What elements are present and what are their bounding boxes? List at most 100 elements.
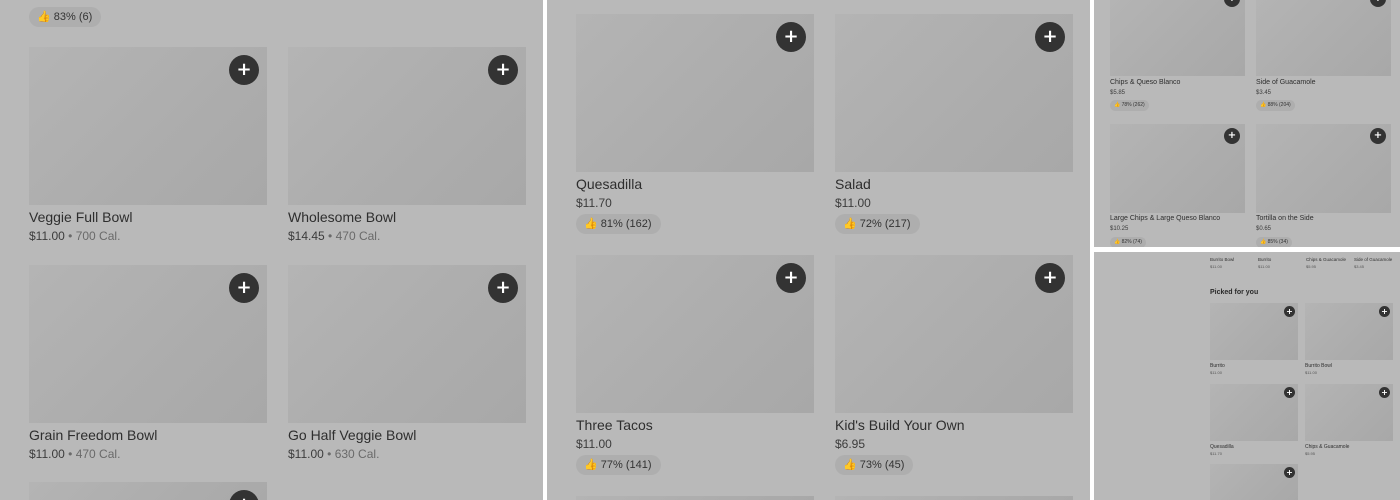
thumbs-up-icon: 👍	[1114, 102, 1121, 108]
item-name: Quesadilla	[576, 176, 643, 192]
add-item-button[interactable]: +	[229, 273, 259, 303]
item-price-line: $11.00 • 630 Cal.	[288, 447, 379, 461]
add-item-button[interactable]: +	[1035, 263, 1065, 293]
item-price: $11.70	[1210, 451, 1222, 456]
item-price: $11.00	[29, 229, 65, 243]
add-item-button[interactable]: +	[1284, 306, 1295, 317]
thumbs-up-icon: 👍	[584, 458, 598, 471]
thumbs-up-icon: 👍	[1260, 239, 1267, 245]
menu-item-card[interactable]: + Grain Freedom Bowl $11.00 • 470 Cal.	[29, 265, 267, 465]
menu-item-card[interactable]: + Large Chips & Large Queso Blanco $10.2…	[1110, 124, 1245, 247]
item-name: Burrito	[1258, 257, 1272, 262]
item-price: $14.45	[288, 229, 325, 243]
item-price: $11.00	[1258, 263, 1270, 269]
item-price: $11.00	[1210, 263, 1222, 269]
menu-item-card[interactable]: + Chips & Guacamole $5.95	[1305, 384, 1393, 459]
item-calories: 700 Cal.	[75, 229, 121, 243]
rating-pill: 👍 85% (34)	[1256, 237, 1292, 247]
menu-item-card[interactable]: + Salad $11.00 👍 72% (217)	[835, 14, 1073, 236]
add-item-button[interactable]: +	[776, 263, 806, 293]
rating-pill: 👍 73% (45)	[835, 455, 914, 475]
item-name: Burrito Bowl	[1305, 363, 1332, 369]
add-item-button[interactable]: +	[1379, 306, 1390, 317]
item-price: $5.95	[1305, 451, 1316, 456]
item-price: $11.00	[29, 447, 65, 461]
item-image	[1256, 0, 1391, 76]
separator-dot: •	[327, 447, 332, 461]
item-name: Veggie Full Bowl	[29, 209, 133, 225]
add-item-button[interactable]: +	[488, 55, 518, 85]
add-item-button[interactable]: +	[1035, 22, 1065, 52]
item-price: $5.95	[1306, 263, 1317, 269]
rating-value: 72% (217)	[859, 218, 911, 230]
menu-item-card[interactable]: + Chips & Queso Blanco $5.85 👍 78% (262)	[1110, 0, 1245, 114]
add-item-button[interactable]: +	[1370, 128, 1386, 144]
thumbs-up-icon: 👍	[843, 217, 857, 230]
item-calories: 470 Cal.	[335, 229, 381, 243]
item-price: $11.00	[1305, 370, 1317, 375]
menu-item-card-partial[interactable]	[576, 496, 814, 500]
rating-pill: 👍 77% (141)	[576, 455, 661, 475]
item-price-line: $14.45 • 470 Cal.	[288, 229, 380, 243]
add-item-button[interactable]: +	[229, 55, 259, 85]
item-name: Side of Guacamole	[1256, 79, 1316, 86]
menu-item-card[interactable]: + Veggie Full Bowl $11.00 • 700 Cal.	[29, 47, 267, 247]
menu-item-card[interactable]: + Go Half Veggie Bowl $11.00 • 630 Cal.	[288, 265, 526, 465]
menu-item-card[interactable]: + Wholesome Bowl $14.45 • 470 Cal.	[288, 47, 526, 247]
item-name: Wholesome Bowl	[288, 209, 397, 225]
menu-item-card[interactable]: + Quesadilla $11.70	[1210, 384, 1298, 459]
top-row-item[interactable]: Chips & Guacamole $5.95	[1306, 257, 1350, 269]
top-row-item[interactable]: Burrito $11.00	[1258, 257, 1302, 269]
item-calories: 470 Cal.	[75, 447, 121, 461]
menu-item-card[interactable]: + Quesadilla $11.70 👍 81% (162)	[576, 14, 814, 236]
top-row-item[interactable]: Side of Guacamole $3.45	[1354, 257, 1398, 269]
item-price: $0.65	[1256, 226, 1272, 232]
menu-item-card[interactable]: + Burrito $11.00	[1210, 303, 1298, 378]
add-item-button[interactable]: +	[776, 22, 806, 52]
thumbs-up-icon: 👍	[1114, 239, 1121, 245]
thumbs-up-icon: 👍	[37, 10, 51, 23]
thumbs-up-icon: 👍	[584, 217, 598, 230]
add-item-button[interactable]: +	[1284, 467, 1295, 478]
menu-panel-overview: Burrito Bowl $11.00 Burrito $11.00 Chips &…	[1094, 252, 1400, 500]
menu-item-card-partial[interactable]: +	[29, 482, 267, 500]
item-price: $11.00	[1210, 370, 1222, 375]
menu-item-card-partial[interactable]	[835, 496, 1073, 500]
menu-item-card[interactable]: + Tortilla on the Side $0.65 👍 85% (34)	[1256, 124, 1391, 247]
item-name: Side of Guacamole	[1354, 257, 1393, 262]
add-item-button[interactable]: +	[1284, 387, 1295, 398]
item-name: Go Half Veggie Bowl	[288, 427, 417, 443]
add-item-button[interactable]: +	[488, 273, 518, 303]
rating-pill: 👍 78% (262)	[1110, 100, 1149, 111]
item-image	[576, 496, 814, 500]
menu-item-card[interactable]: + Side of Guacamole $3.45 👍 88% (204)	[1256, 0, 1391, 114]
menu-item-card[interactable]: + Kid's Build Your Own $6.95 👍 73% (45)	[835, 255, 1073, 477]
rating-pill: 👍 72% (217)	[835, 214, 920, 234]
menu-item-card[interactable]: + Three Tacos $11.00 👍 77% (141)	[576, 255, 814, 477]
item-image	[1110, 0, 1245, 76]
rating-value: 85% (34)	[1267, 239, 1288, 245]
item-name: Three Tacos	[576, 417, 653, 433]
item-price: $5.85	[1110, 90, 1126, 96]
rating-value: 81% (162)	[600, 218, 652, 230]
separator-dot: •	[68, 447, 73, 461]
item-name: Burrito Bowl	[1210, 257, 1235, 262]
item-price: $10.25	[1110, 226, 1129, 232]
item-name: Chips & Queso Blanco	[1110, 79, 1181, 86]
rating-value: 77% (141)	[600, 459, 652, 471]
rating-pill: 👍 81% (162)	[576, 214, 661, 234]
rating-value: 88% (204)	[1267, 102, 1291, 108]
item-name: Salad	[835, 176, 871, 192]
separator-dot: •	[328, 229, 333, 243]
item-name: Kid's Build Your Own	[835, 417, 965, 433]
add-item-button[interactable]: +	[1224, 128, 1240, 144]
item-name: Large Chips & Large Queso Blanco	[1110, 215, 1221, 222]
add-item-button[interactable]: +	[1379, 387, 1390, 398]
rating-value: 73% (45)	[859, 459, 905, 471]
menu-item-card[interactable]: + Burrito Bowl $11.00	[1305, 303, 1393, 378]
menu-panel-sides: + Chips & Queso Blanco $5.85 👍 78% (262)…	[1094, 0, 1400, 247]
item-price-line: $11.00 • 470 Cal.	[29, 447, 120, 461]
item-name: Tortilla on the Side	[1256, 215, 1314, 222]
top-row-item[interactable]: Burrito Bowl $11.00	[1210, 257, 1254, 269]
menu-item-card-partial[interactable]: +	[1210, 464, 1298, 500]
